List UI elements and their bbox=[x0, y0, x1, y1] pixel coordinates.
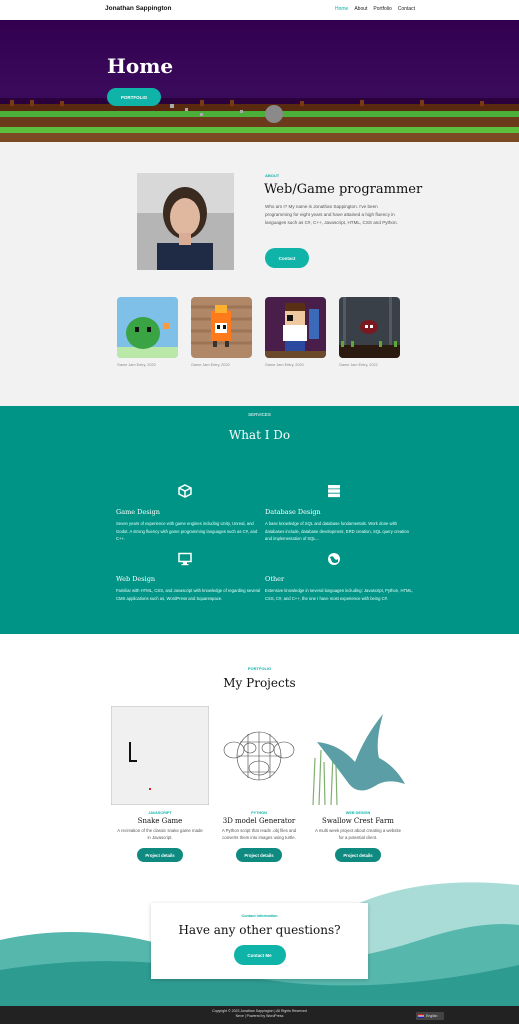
service-text: A base knowledge of SQL and database fun… bbox=[265, 521, 409, 541]
portfolio-button[interactable]: PORTFOLIO bbox=[107, 88, 161, 106]
nav-item-portfolio[interactable]: Portfolio bbox=[373, 6, 391, 12]
us-flag-icon bbox=[418, 1014, 424, 1018]
hero-section: Home PORTFOLIO bbox=[0, 20, 519, 142]
globe-icon bbox=[328, 553, 340, 565]
contact-title: Have any other questions? bbox=[178, 923, 341, 937]
project-card-swallow-crest: WEB DESIGN Swallow Crest Farm A multi we… bbox=[309, 706, 407, 862]
service-web-design: Web Design Familiar with HTML, CSS, and … bbox=[116, 575, 266, 602]
project-name: Snake Game bbox=[137, 817, 183, 825]
about-kicker: ABOUT bbox=[265, 173, 280, 178]
projects-title: My Projects bbox=[223, 676, 296, 690]
project-description: A multi week project about creating a we… bbox=[315, 828, 401, 840]
gallery-item[interactable]: Game Jam Entry, 2020 bbox=[191, 297, 252, 367]
nav-item-about[interactable]: About bbox=[354, 6, 367, 12]
pixel-landscape-image bbox=[0, 98, 519, 142]
about-text: Who am I? My name is Jonathan Sappington… bbox=[265, 204, 398, 225]
service-title: Web Design bbox=[116, 575, 156, 583]
project-name: Swallow Crest Farm bbox=[322, 817, 394, 825]
gallery-item[interactable]: Game Jam Entry, 2022 bbox=[339, 297, 400, 367]
gallery-item[interactable]: Game Jam Entry, 2020 bbox=[265, 297, 326, 367]
contact-button[interactable]: Contact bbox=[265, 248, 309, 268]
project-category: WEB DESIGN bbox=[345, 811, 371, 815]
projects-kicker: PORTFOLIO bbox=[247, 666, 272, 671]
gallery-caption: Game Jam Entry, 2020 bbox=[265, 363, 304, 367]
services-kicker: SERVICES bbox=[248, 412, 271, 417]
project-card-3d-generator: PYTHON 3D model Generator A Python scrip… bbox=[210, 706, 308, 862]
green-blob-sprite-icon bbox=[117, 297, 178, 358]
gallery-caption: Game Jam Entry, 2022 bbox=[339, 363, 378, 367]
service-title: Other bbox=[265, 575, 285, 583]
project-details-button[interactable]: Project details bbox=[236, 848, 282, 862]
swallow-logo-image bbox=[309, 706, 407, 805]
project-details-button[interactable]: Project details bbox=[335, 848, 381, 862]
site-title[interactable]: Jonathan Sappington bbox=[105, 5, 171, 12]
fire-sprite-icon bbox=[191, 297, 252, 358]
contact-me-button[interactable]: Contact Me bbox=[233, 945, 286, 965]
service-other: Other Extensive knowledge in several lan… bbox=[265, 575, 415, 602]
profile-photo bbox=[137, 173, 234, 270]
service-title: Database Design bbox=[265, 508, 321, 516]
site-footer: Copyright © 2023 Jonathan Sappington | A… bbox=[0, 1006, 519, 1024]
service-game-design: Game Design Seven years of experience wi… bbox=[116, 508, 266, 543]
about-heading: Web/Game programmer bbox=[264, 182, 423, 197]
services-title: What I Do bbox=[228, 428, 291, 442]
service-title: Game Design bbox=[116, 508, 160, 516]
project-description: A recreation of the classic snake game m… bbox=[117, 828, 203, 840]
nav-item-home[interactable]: Home bbox=[335, 6, 348, 12]
database-icon bbox=[328, 485, 340, 498]
project-card-snake: JAVASCRIPT Snake Game A recreation of th… bbox=[111, 706, 209, 862]
nav-item-contact[interactable]: Contact bbox=[398, 6, 415, 12]
pixel-character-sprite-icon bbox=[265, 297, 326, 358]
service-text: Familiar with HTML, CSS, and Javascript … bbox=[116, 588, 261, 601]
projects-section: PORTFOLIO My Projects JAVASCRIPT Snake G… bbox=[0, 634, 519, 904]
contact-kicker: Contact Information bbox=[241, 914, 278, 918]
project-category: PYTHON bbox=[251, 811, 267, 815]
contact-section: Contact Information Have any other quest… bbox=[0, 880, 519, 1006]
service-text: Extensive knowledge in several languages… bbox=[265, 588, 414, 601]
monitor-icon bbox=[178, 552, 192, 566]
gallery-item[interactable]: Game Jam Entry, 2020 bbox=[117, 297, 178, 367]
gallery-caption: Game Jam Entry, 2020 bbox=[117, 363, 156, 367]
project-category: JAVASCRIPT bbox=[148, 811, 172, 815]
about-section: ABOUT Web/Game programmer Who am I? My n… bbox=[0, 142, 519, 406]
cube-icon bbox=[178, 484, 192, 498]
project-name: 3D model Generator bbox=[222, 817, 296, 825]
services-section: SERVICES What I Do Game Design Seven yea… bbox=[0, 406, 519, 634]
service-text: Seven years of experience with game engi… bbox=[116, 521, 258, 541]
forest-scene-sprite-icon bbox=[339, 297, 400, 358]
service-database-design: Database Design A base knowledge of SQL … bbox=[265, 508, 415, 543]
portrait-image bbox=[137, 173, 234, 270]
page-title: Home bbox=[107, 54, 174, 78]
wireframe-model-image bbox=[210, 706, 308, 805]
game-gallery: Game Jam Entry, 2020 Game Jam Entry, 202… bbox=[117, 297, 400, 367]
language-label: English bbox=[426, 1014, 438, 1018]
project-description: A Python script that reads .obj files an… bbox=[221, 828, 297, 840]
contact-card: Contact Information Have any other quest… bbox=[151, 903, 368, 979]
gallery-caption: Game Jam Entry, 2020 bbox=[191, 363, 230, 367]
main-nav: Home About Portfolio Contact bbox=[335, 6, 415, 12]
site-header: Jonathan Sappington Home About Portfolio… bbox=[0, 0, 519, 20]
project-details-button[interactable]: Project details bbox=[137, 848, 183, 862]
snake-game-image bbox=[111, 706, 209, 805]
language-switcher[interactable]: English bbox=[416, 1012, 444, 1020]
